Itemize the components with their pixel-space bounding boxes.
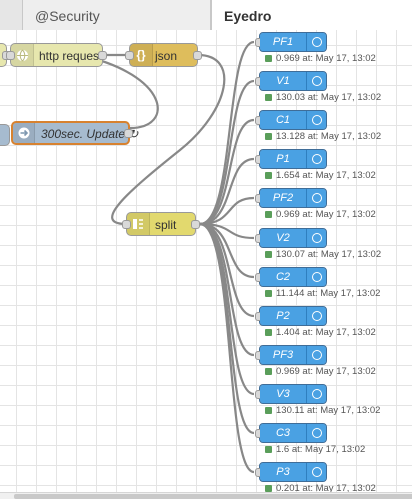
status-dot-icon <box>265 133 272 140</box>
status-dot-icon <box>265 485 272 492</box>
debug-status-text: 130.11 at: May 17, 13:02 <box>276 405 381 416</box>
horizontal-scrollbar[interactable] <box>0 492 412 499</box>
json-input-port[interactable] <box>125 51 134 60</box>
circle-icon <box>312 233 322 243</box>
debug-node-label: P2 <box>260 307 306 325</box>
debug-node-p3[interactable]: P3 <box>255 462 327 482</box>
circle-icon <box>312 467 322 477</box>
debug-node-label: V3 <box>260 385 306 403</box>
http-request-output-port[interactable] <box>98 51 107 60</box>
debug-node-v2[interactable]: V2 <box>255 228 327 248</box>
inject-output-port[interactable] <box>124 129 133 138</box>
debug-node-label: PF3 <box>260 346 306 364</box>
split-input-port[interactable] <box>122 220 131 229</box>
debug-node-pf2[interactable]: PF2 <box>255 188 327 208</box>
wire-split-to-c2[interactable] <box>199 222 255 279</box>
circle-icon <box>312 115 322 125</box>
debug-status-text: 0.969 at: May 17, 13:02 <box>276 209 376 220</box>
debug-node-label: C3 <box>260 424 306 442</box>
status-dot-icon <box>265 446 272 453</box>
http-request-label: http request <box>39 49 103 63</box>
json-output-port[interactable] <box>193 51 202 60</box>
circle-icon <box>312 350 322 360</box>
status-dot-icon <box>265 94 272 101</box>
debug-node-c1[interactable]: C1 <box>255 110 327 130</box>
status-dot-icon <box>265 329 272 336</box>
split-output-port[interactable] <box>191 220 200 229</box>
debug-toggle-button[interactable] <box>306 229 326 247</box>
debug-status-text: 1.6 at: May 17, 13:02 <box>276 444 366 455</box>
horizontal-scrollbar-thumb[interactable] <box>14 494 412 499</box>
circle-icon <box>312 154 322 164</box>
arrow-right-icon <box>13 123 35 143</box>
debug-status-text: 13.128 at: May 17, 13:02 <box>276 131 382 142</box>
inject-node[interactable]: 300sec. Update ↻ <box>11 121 138 145</box>
debug-toggle-button[interactable] <box>306 150 326 168</box>
debug-status-text: 0.969 at: May 17, 13:02 <box>276 53 376 64</box>
http-request-input-port[interactable] <box>6 51 15 60</box>
debug-node-c2[interactable]: C2 <box>255 267 327 287</box>
status-dot-icon <box>265 211 272 218</box>
debug-node-label: PF1 <box>260 33 306 51</box>
split-node[interactable]: split <box>122 212 200 236</box>
tab-scroll-left[interactable] <box>0 0 22 30</box>
status-dot-icon <box>265 172 272 179</box>
debug-node-label: V2 <box>260 229 306 247</box>
workspace-tab-bar: @Security Eyedro <box>0 0 412 31</box>
debug-toggle-button[interactable] <box>306 307 326 325</box>
circle-icon <box>312 389 322 399</box>
circle-icon <box>312 428 322 438</box>
debug-status-text: 1.654 at: May 17, 13:02 <box>276 170 376 181</box>
debug-status-text: 0.969 at: May 17, 13:02 <box>276 366 376 377</box>
tab-security[interactable]: @Security <box>22 0 211 30</box>
debug-node-label: P3 <box>260 463 306 481</box>
json-node[interactable]: {} json <box>125 43 202 67</box>
status-dot-icon <box>265 407 272 414</box>
debug-node-label: P1 <box>260 150 306 168</box>
debug-status-text: 0.201 at: May 17, 13:02 <box>276 483 376 492</box>
debug-node-p1[interactable]: P1 <box>255 149 327 169</box>
debug-node-pf3[interactable]: PF3 <box>255 345 327 365</box>
debug-node-p2[interactable]: P2 <box>255 306 327 326</box>
debug-toggle-button[interactable] <box>306 111 326 129</box>
status-dot-icon <box>265 251 272 258</box>
debug-toggle-button[interactable] <box>306 385 326 403</box>
debug-toggle-button[interactable] <box>306 424 326 442</box>
http-request-node[interactable]: http request <box>6 43 107 67</box>
debug-node-v1[interactable]: V1 <box>255 71 327 91</box>
debug-toggle-button[interactable] <box>306 463 326 481</box>
circle-icon <box>312 76 322 86</box>
debug-node-label: C2 <box>260 268 306 286</box>
json-label: json <box>155 49 178 63</box>
debug-status-text: 130.03 at: May 17, 13:02 <box>276 92 382 103</box>
debug-status-text: 11.144 at: May 17, 13:02 <box>276 288 381 299</box>
debug-node-label: V1 <box>260 72 306 90</box>
debug-toggle-button[interactable] <box>306 72 326 90</box>
debug-toggle-button[interactable] <box>306 189 326 207</box>
debug-status-text: 130.07 at: May 17, 13:02 <box>276 249 382 260</box>
split-label: split <box>155 218 177 232</box>
debug-toggle-button[interactable] <box>306 33 326 51</box>
circle-icon <box>312 37 322 47</box>
circle-icon <box>312 193 322 203</box>
partial-inject-node-left[interactable] <box>0 124 10 146</box>
circle-icon <box>312 311 322 321</box>
debug-toggle-button[interactable] <box>306 346 326 364</box>
debug-status-text: 1.404 at: May 17, 13:02 <box>276 327 376 338</box>
status-dot-icon <box>265 290 272 297</box>
debug-node-v3[interactable]: V3 <box>255 384 327 404</box>
status-dot-icon <box>265 368 272 375</box>
tab-eyedro[interactable]: Eyedro <box>211 0 412 31</box>
debug-node-c3[interactable]: C3 <box>255 423 327 443</box>
debug-toggle-button[interactable] <box>306 268 326 286</box>
debug-node-label: PF2 <box>260 189 306 207</box>
debug-node-pf1[interactable]: PF1 <box>255 32 327 52</box>
status-dot-icon <box>265 55 272 62</box>
flow-workspace[interactable]: http request {} json 300sec. Update ↻ sp… <box>0 30 412 492</box>
circle-icon <box>312 272 322 282</box>
debug-node-label: C1 <box>260 111 306 129</box>
